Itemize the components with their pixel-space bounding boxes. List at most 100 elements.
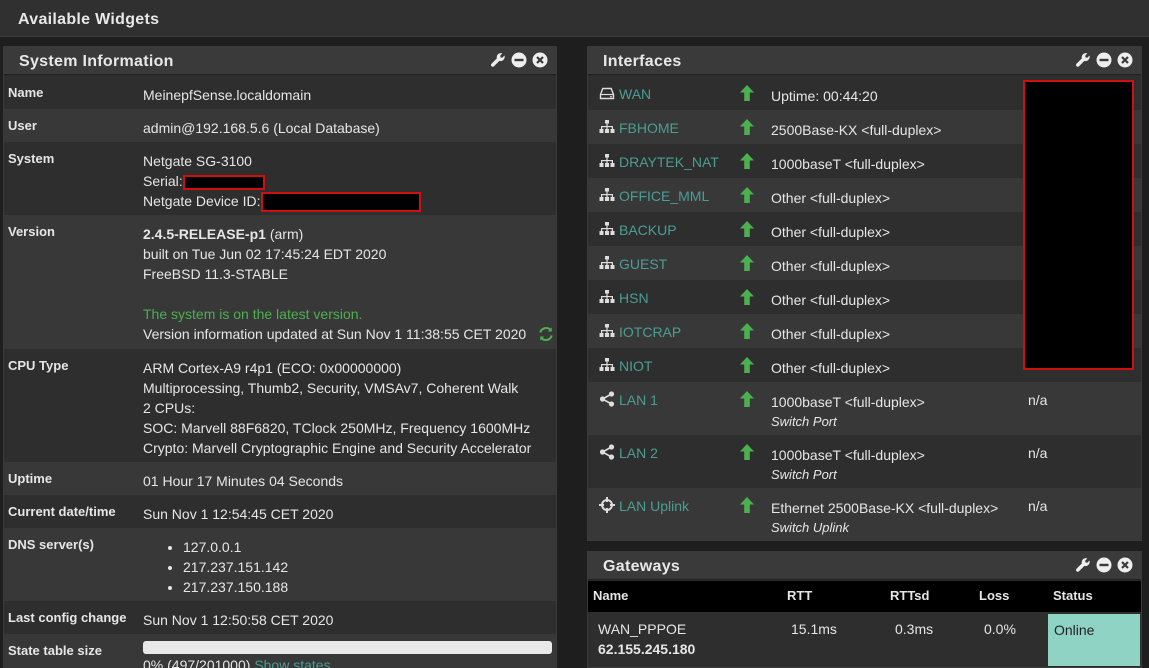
cpu-line: Multiprocessing, Thumb2, Security, VMSAv… [143, 380, 519, 396]
state-table-progress-bar [143, 641, 552, 654]
wrench-icon[interactable] [1075, 557, 1091, 573]
show-states-link[interactable]: Show states [254, 657, 330, 668]
value: Sun Nov 1 12:50:58 CET 2020 [143, 612, 334, 628]
interface-link[interactable]: LAN 1 [619, 392, 658, 408]
list-item: 217.237.150.188 [183, 577, 288, 597]
interface-media: Other <full-duplex> [771, 222, 890, 242]
version-status: The system is on the latest version. [143, 306, 363, 322]
table-row: WAN_PPPOE 62.155.245.180 15.1ms 0.3ms 0.… [588, 612, 1141, 667]
panel-tools [1075, 557, 1133, 573]
arrow-up-icon [739, 186, 755, 204]
refresh-icon[interactable] [538, 326, 554, 342]
value: admin@192.168.5.6 (Local Database) [143, 120, 380, 136]
interface-link[interactable]: WAN [619, 86, 651, 102]
column-header-status: Status [1053, 588, 1093, 603]
dns-server-list: 127.0.0.1 217.237.151.142 217.237.150.18… [143, 537, 288, 597]
table-row: LAN Uplink Ethernet 2500Base-KX <full-dup… [588, 488, 1141, 540]
interface-address: n/a [1028, 392, 1048, 408]
media-text: Other <full-duplex> [771, 258, 891, 274]
network-icon [599, 187, 615, 203]
close-icon[interactable] [1117, 557, 1133, 573]
ethernet-port-icon [599, 85, 615, 101]
arrow-up-icon [739, 220, 755, 238]
interface-link[interactable]: GUEST [619, 256, 667, 272]
interface-media: 1000baseT <full-duplex> Switch Port [771, 445, 925, 485]
version-built: built on Tue Jun 02 17:45:24 EDT 2020 [143, 246, 387, 262]
label: System [8, 151, 55, 166]
list-item: 127.0.0.1 [183, 537, 288, 557]
value: 2.4.5-RELEASE-p1 (arm) built on Tue Jun … [143, 224, 554, 344]
table-header: Name RTT RTTsd Loss Status [588, 581, 1141, 612]
interface-media: Ethernet 2500Base-KX <full-duplex> Switch… [771, 498, 998, 538]
minimize-icon[interactable] [1096, 557, 1112, 573]
gateway-rttsd: 0.3ms [895, 621, 934, 637]
panel-header: Interfaces [588, 47, 1141, 75]
interface-link[interactable]: BACKUP [619, 222, 677, 238]
wrench-icon[interactable] [490, 52, 506, 68]
label: Version [8, 224, 55, 239]
interface-link[interactable]: LAN 2 [619, 445, 658, 461]
network-icon [599, 357, 615, 373]
value: 01 Hour 17 Minutes 04 Seconds [143, 473, 344, 489]
row-last-config-change: Last config change Sun Nov 1 12:50:58 CE… [4, 601, 556, 634]
version-arch: (arm) [265, 226, 304, 242]
row-system: System Netgate SG-3100 Serial: Netgate D… [4, 142, 556, 215]
system-model: Netgate SG-3100 [143, 153, 252, 169]
media-sub: Switch Uplink [771, 520, 850, 535]
serial-line: Serial: [143, 171, 421, 191]
row-cpu-type: CPU Type ARM Cortex-A9 r4p1 (ECO: 0x0000… [4, 349, 556, 462]
label: Uptime [8, 471, 53, 486]
close-icon[interactable] [532, 52, 548, 68]
media-text: Other <full-duplex> [771, 224, 891, 240]
column-header-name: Name [593, 588, 629, 603]
gateway-rtt: 15.1ms [791, 621, 837, 637]
interface-media: 1000baseT <full-duplex> [771, 154, 925, 174]
arrow-up-icon [739, 496, 755, 514]
minimize-icon[interactable] [511, 52, 527, 68]
interface-link[interactable]: FBHOME [619, 120, 679, 136]
interface-media: Other <full-duplex> [771, 324, 890, 344]
serial-label: Serial: [143, 173, 183, 189]
row-version: Version 2.4.5-RELEASE-p1 (arm) built on … [4, 215, 556, 349]
interface-link[interactable]: IOTCRAP [619, 324, 681, 340]
interface-link[interactable]: HSN [619, 290, 649, 306]
interface-link[interactable]: LAN Uplink [619, 498, 689, 514]
media-text: 1000baseT <full-duplex> [771, 447, 925, 463]
interface-media: Other <full-duplex> [771, 188, 890, 208]
panel-header: System Information [4, 47, 556, 75]
row-user: User admin@192.168.5.6 (Local Database) [4, 109, 556, 142]
network-icon [599, 153, 615, 169]
table-row: LAN 2 1000baseT <full-duplex> Switch Port n… [588, 435, 1141, 488]
gateway-name: WAN_PPPOE [598, 621, 687, 637]
media-text: Other <full-duplex> [771, 360, 891, 376]
media-text: Other <full-duplex> [771, 292, 891, 308]
interface-media: Other <full-duplex> [771, 256, 890, 276]
label: Current date/time [8, 504, 116, 519]
arrow-up-icon [739, 254, 755, 272]
interface-media: Other <full-duplex> [771, 358, 890, 378]
device-id-label: Netgate Device ID: [143, 193, 261, 209]
arrow-up-icon [739, 322, 755, 340]
close-icon[interactable] [1117, 52, 1133, 68]
arrow-up-icon [739, 443, 755, 461]
interface-link[interactable]: NIOT [619, 358, 652, 374]
interface-link[interactable]: DRAYTEK_NAT [619, 154, 719, 170]
interface-address: n/a [1028, 498, 1048, 514]
network-icon [599, 323, 615, 339]
interface-address: n/a [1028, 445, 1048, 461]
panel-title: System Information [19, 53, 174, 70]
label: Name [8, 85, 44, 100]
version-number: 2.4.5-RELEASE-p1 [143, 226, 266, 242]
network-icon [599, 255, 615, 271]
label: CPU Type [8, 358, 69, 373]
redaction-box [182, 174, 265, 190]
interface-link[interactable]: OFFICE_MML [619, 188, 709, 204]
status-badge: Online [1048, 614, 1140, 666]
value: ARM Cortex-A9 r4p1 (ECO: 0x00000000) Mul… [143, 358, 531, 458]
available-widgets-bar[interactable]: Available Widgets [0, 0, 1149, 37]
minimize-icon[interactable] [1096, 52, 1112, 68]
wrench-icon[interactable] [1075, 52, 1091, 68]
column-header-rttsd: RTTsd [890, 588, 930, 603]
media-text: 2500Base-KX <full-duplex> [771, 122, 942, 138]
redaction-box [1023, 80, 1134, 370]
